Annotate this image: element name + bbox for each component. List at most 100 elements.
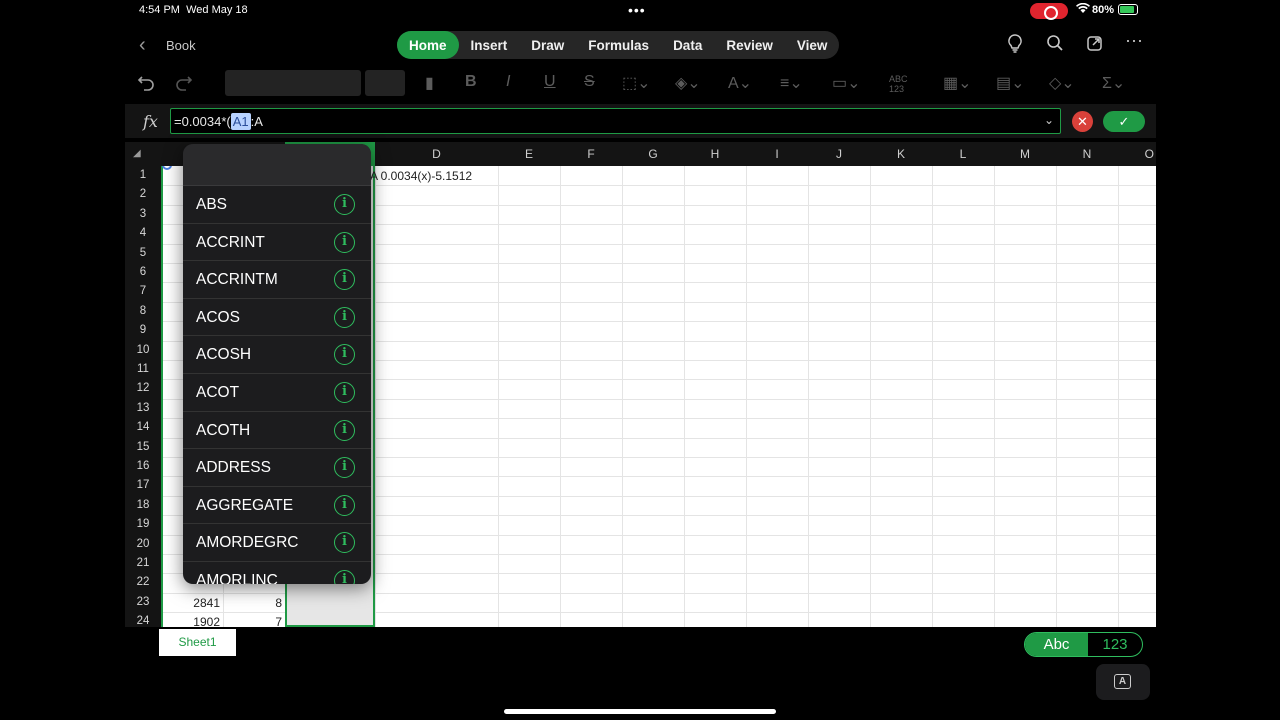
column-header-h[interactable]: H [684,142,746,166]
table-icon[interactable]: ▦⌄ [943,73,972,93]
bold-icon[interactable]: B [465,73,477,91]
row-header[interactable]: 22 [125,573,161,592]
row-header[interactable]: 2 [125,185,161,204]
info-icon[interactable]: i [334,382,355,403]
align-icon[interactable]: ≡⌄ [780,73,803,93]
tab-view[interactable]: View [785,31,840,59]
info-icon[interactable]: i [334,570,355,584]
info-icon[interactable]: i [334,231,355,253]
cell-a23[interactable]: 2841 [161,596,220,610]
function-item[interactable]: ACCRINTM i [183,261,371,299]
numeric-mode-button[interactable]: 123 [1088,633,1142,656]
column-header-k[interactable]: K [870,142,932,166]
row-header[interactable]: 13 [125,399,161,418]
tab-data[interactable]: Data [661,31,714,59]
formula-input[interactable]: =0.0034*(A1:A ⌄ [170,108,1061,134]
info-icon[interactable]: i [334,269,355,291]
row-header[interactable]: 10 [125,341,161,360]
column-header-j[interactable]: J [808,142,870,166]
column-header-g[interactable]: G [622,142,684,166]
row-header[interactable]: 19 [125,515,161,534]
strikethrough-icon[interactable]: S [584,73,595,91]
cell-a24[interactable]: 1902 [161,615,220,627]
cell-b23[interactable]: 8 [223,596,282,610]
italic-icon[interactable]: I [506,73,510,91]
chevron-down-icon[interactable]: ⌄ [1044,113,1054,127]
column-header-l[interactable]: L [932,142,994,166]
info-icon[interactable]: i [334,494,355,516]
fill-color-icon[interactable]: ◈⌄ [675,73,701,93]
row-header[interactable]: 9 [125,321,161,340]
number-format-icon[interactable]: ABC 123 [889,74,908,94]
row-header[interactable]: 15 [125,438,161,457]
row-header[interactable]: 6 [125,263,161,282]
row-header[interactable]: 5 [125,244,161,263]
function-item[interactable]: ABS i [183,186,371,224]
back-button[interactable]: Book [166,38,196,53]
row-header[interactable]: 12 [125,379,161,398]
row-header[interactable]: 21 [125,554,161,573]
tab-formulas[interactable]: Formulas [576,31,661,59]
row-header[interactable]: 8 [125,302,161,321]
row-header[interactable]: 1 [125,166,161,185]
row-header[interactable]: 20 [125,535,161,554]
function-item[interactable]: ACOTH i [183,412,371,450]
undo-icon[interactable] [137,73,155,96]
abc-mode-button[interactable]: Abc [1025,633,1088,656]
formula-reference[interactable]: A1 [230,113,251,130]
clear-icon[interactable]: ◇⌄ [1049,73,1075,93]
row-header[interactable]: 11 [125,360,161,379]
tab-home[interactable]: Home [397,31,459,59]
column-header-n[interactable]: N [1056,142,1118,166]
underline-icon[interactable]: U [544,73,556,91]
font-size-field[interactable] [365,70,405,96]
row-header[interactable]: 7 [125,282,161,301]
keyboard-mode-toggle[interactable]: Abc 123 [1024,632,1143,657]
tab-draw[interactable]: Draw [519,31,576,59]
more-icon[interactable]: ··· [1125,30,1143,51]
confirm-formula-button[interactable]: ✓ [1103,111,1145,132]
sheet-tab[interactable]: Sheet1 [159,629,236,656]
function-item[interactable]: AMORDEGRC i [183,524,371,562]
multitasking-dots[interactable]: ••• [628,2,646,18]
row-header[interactable]: 4 [125,224,161,243]
function-item[interactable]: ACOT i [183,374,371,412]
info-icon[interactable]: i [334,419,355,441]
autosum-icon[interactable]: Σ⌄ [1102,73,1125,93]
cells-icon[interactable]: ▤⌄ [996,73,1025,93]
column-header-m[interactable]: M [994,142,1056,166]
search-icon[interactable] [1046,34,1064,57]
info-icon[interactable]: i [334,344,355,366]
info-icon[interactable]: i [334,457,355,479]
home-indicator[interactable] [504,709,776,714]
function-item[interactable]: ACCRINT i [183,224,371,262]
function-item[interactable]: AGGREGATE i [183,487,371,525]
row-header[interactable]: 16 [125,457,161,476]
cancel-formula-button[interactable]: ✕ [1072,111,1093,132]
share-icon[interactable] [1086,34,1104,57]
row-header[interactable]: 18 [125,496,161,515]
select-all-icon[interactable]: ◢ [133,148,141,159]
function-item[interactable]: AMORLINC i [183,562,371,584]
row-header[interactable]: 3 [125,205,161,224]
cell-b24[interactable]: 7 [223,615,282,627]
tab-review[interactable]: Review [714,31,785,59]
font-color-icon[interactable]: A⌄ [728,73,752,93]
fx-icon[interactable]: fx [143,112,158,131]
column-header-f[interactable]: F [560,142,622,166]
column-header-e[interactable]: E [498,142,560,166]
keyboard-button[interactable]: A [1096,664,1150,700]
function-item[interactable]: ACOSH i [183,336,371,374]
format-painter-icon[interactable]: ▮ [425,73,434,93]
cell-d1[interactable]: A 0.0034(x)-5.1512 [370,169,472,183]
font-name-field[interactable] [225,70,361,96]
redo-icon[interactable] [175,73,193,96]
column-header-d[interactable]: D [375,142,498,166]
function-item[interactable]: ADDRESS i [183,449,371,487]
selection-handle[interactable] [162,166,172,170]
row-header[interactable]: 14 [125,418,161,437]
lightbulb-icon[interactable] [1007,34,1023,58]
borders-icon[interactable]: ⬚⌄ [622,73,651,93]
column-header-o[interactable]: O [1118,142,1156,166]
cell-styles-icon[interactable]: ▭⌄ [832,73,861,93]
